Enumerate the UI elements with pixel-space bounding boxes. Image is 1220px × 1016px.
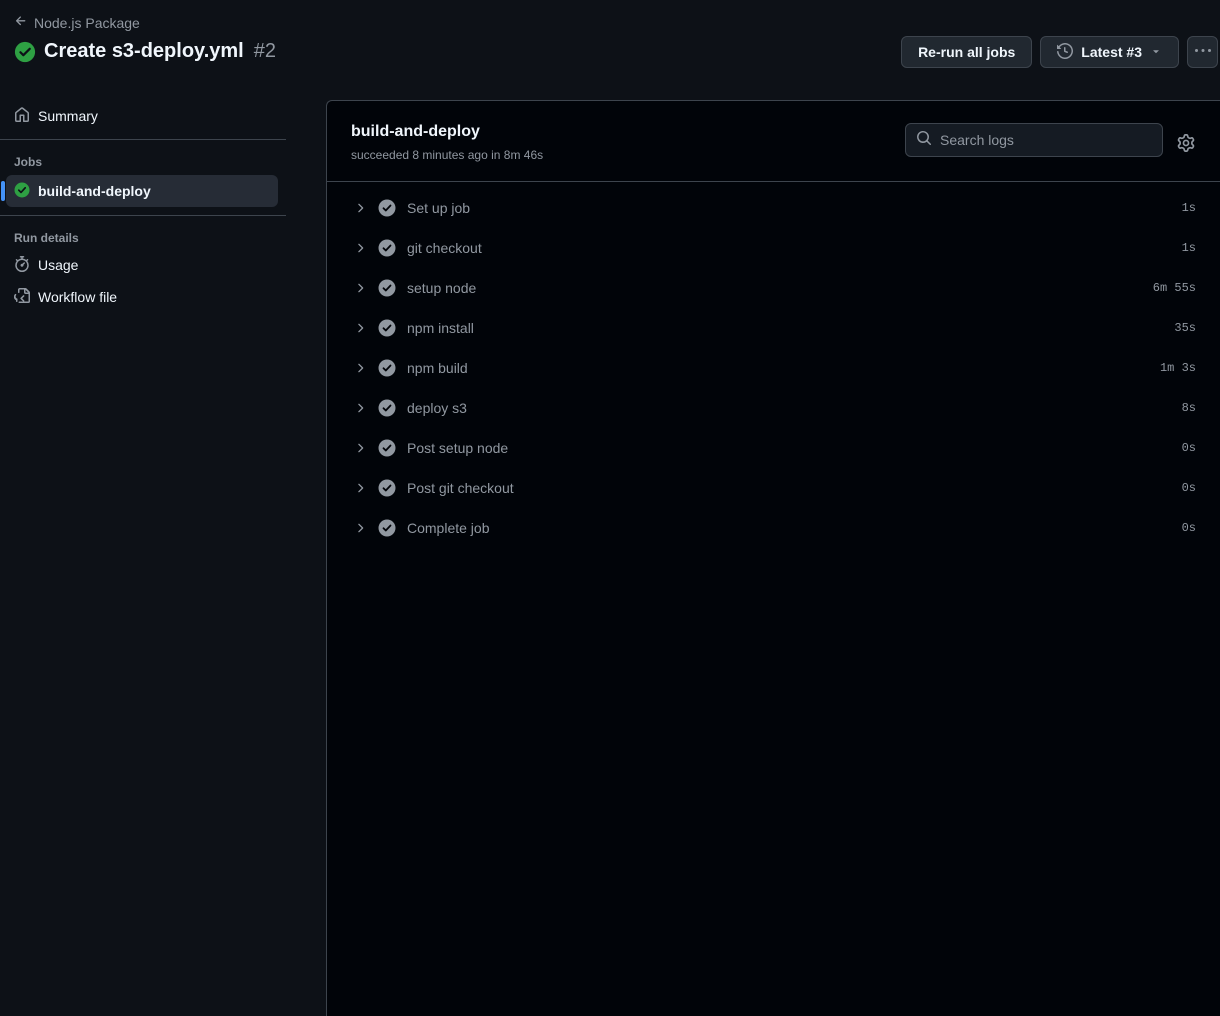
sidebar: Summary Jobs build-and-deploy Run detail…: [0, 100, 286, 313]
chevron-right-icon[interactable]: [353, 401, 367, 415]
attempt-label: Latest #3: [1081, 44, 1142, 60]
step-row[interactable]: setup node 6m 55s: [327, 268, 1220, 308]
step-row[interactable]: Post git checkout 0s: [327, 468, 1220, 508]
sidebar-item-build-and-deploy[interactable]: build-and-deploy: [1, 175, 278, 207]
step-success-icon: [378, 479, 396, 497]
step-name: Post setup node: [407, 440, 509, 456]
step-row[interactable]: npm install 35s: [327, 308, 1220, 348]
chevron-right-icon[interactable]: [353, 201, 367, 215]
triangle-down-icon: [1150, 44, 1162, 60]
step-success-icon: [378, 279, 396, 297]
step-duration: 0s: [1181, 521, 1196, 535]
search-icon: [916, 130, 932, 151]
rerun-label: Re-run all jobs: [918, 44, 1016, 60]
step-row[interactable]: deploy s3 8s: [327, 388, 1220, 428]
success-check-icon: [14, 41, 36, 63]
step-duration: 35s: [1174, 321, 1196, 335]
chevron-right-icon[interactable]: [353, 361, 367, 375]
step-success-icon: [378, 399, 396, 417]
workflow-run-page: Node.js Package Create s3-deploy.yml #2 …: [0, 0, 1220, 1016]
log-settings-button[interactable]: [1177, 134, 1195, 152]
steps-list: Set up job 1s git checkout 1s setup node 6m 5…: [327, 182, 1220, 548]
step-duration: 8s: [1181, 401, 1196, 415]
summary-label: Summary: [38, 108, 98, 124]
run-details-heading: Run details: [14, 231, 79, 245]
step-row[interactable]: Post setup node 0s: [327, 428, 1220, 468]
step-success-icon: [378, 359, 396, 377]
step-success-icon: [378, 319, 396, 337]
search-logs-input[interactable]: [940, 132, 1150, 148]
usage-label: Usage: [38, 257, 79, 273]
step-row[interactable]: npm build 1m 3s: [327, 348, 1220, 388]
step-success-icon: [378, 239, 396, 257]
arrow-left-icon: [14, 14, 28, 31]
workflow-file-label: Workflow file: [38, 289, 118, 305]
sidebar-item-workflow-file[interactable]: Workflow file: [0, 281, 278, 313]
job-status-text: succeeded 8 minutes ago in 8m 46s: [351, 148, 544, 162]
step-duration: 0s: [1181, 441, 1196, 455]
kebab-horizontal-icon: [1194, 43, 1211, 62]
run-number: #2: [253, 40, 276, 62]
chevron-right-icon[interactable]: [353, 281, 367, 295]
step-duration: 1s: [1181, 241, 1196, 255]
chevron-right-icon[interactable]: [353, 241, 367, 255]
chevron-right-icon[interactable]: [353, 441, 367, 455]
history-icon: [1057, 42, 1074, 62]
attempt-select-button[interactable]: Latest #3: [1040, 36, 1179, 68]
step-name: Set up job: [407, 200, 471, 216]
jobs-heading: Jobs: [14, 155, 43, 169]
back-link-label: Node.js Package: [34, 14, 140, 31]
file-code-icon: [13, 287, 30, 307]
step-success-icon: [378, 439, 396, 457]
sidebar-item-summary[interactable]: Summary: [0, 100, 278, 132]
step-name: npm build: [407, 360, 468, 376]
success-check-icon: [14, 182, 30, 201]
step-duration: 1s: [1181, 201, 1196, 215]
step-duration: 6m 55s: [1152, 281, 1196, 295]
home-icon: [14, 106, 30, 126]
rerun-all-jobs-button[interactable]: Re-run all jobs: [901, 36, 1033, 68]
page-title: Create s3-deploy.yml #2: [14, 40, 276, 63]
search-logs-field[interactable]: [905, 123, 1163, 157]
gear-icon: [1177, 134, 1195, 152]
run-title: Create s3-deploy.yml: [44, 40, 244, 62]
header-actions: Re-run all jobs Latest #3: [901, 36, 1218, 68]
stopwatch-icon: [14, 255, 30, 275]
step-success-icon: [378, 199, 396, 217]
chevron-right-icon[interactable]: [353, 481, 367, 495]
job-log-panel: build-and-deploy succeeded 8 minutes ago…: [326, 100, 1220, 1016]
step-name: npm install: [407, 320, 474, 336]
step-row[interactable]: git checkout 1s: [327, 228, 1220, 268]
sidebar-divider: [0, 139, 286, 140]
sidebar-divider: [0, 215, 286, 216]
chevron-right-icon[interactable]: [353, 321, 367, 335]
step-duration: 0s: [1181, 481, 1196, 495]
step-row[interactable]: Complete job 0s: [327, 508, 1220, 548]
step-name: deploy s3: [407, 400, 467, 416]
step-name: setup node: [407, 280, 477, 296]
job-title: build-and-deploy: [351, 123, 480, 140]
sidebar-item-usage[interactable]: Usage: [0, 249, 278, 281]
step-row[interactable]: Set up job 1s: [327, 188, 1220, 228]
back-to-workflow-link[interactable]: Node.js Package: [14, 14, 140, 31]
step-name: Complete job: [407, 520, 490, 536]
job-header: build-and-deploy succeeded 8 minutes ago…: [327, 101, 1220, 182]
step-name: Post git checkout: [407, 480, 514, 496]
chevron-right-icon[interactable]: [353, 521, 367, 535]
step-success-icon: [378, 519, 396, 537]
job-label: build-and-deploy: [38, 183, 151, 199]
more-options-button[interactable]: [1187, 36, 1218, 68]
step-name: git checkout: [407, 240, 482, 256]
step-duration: 1m 3s: [1159, 361, 1196, 375]
